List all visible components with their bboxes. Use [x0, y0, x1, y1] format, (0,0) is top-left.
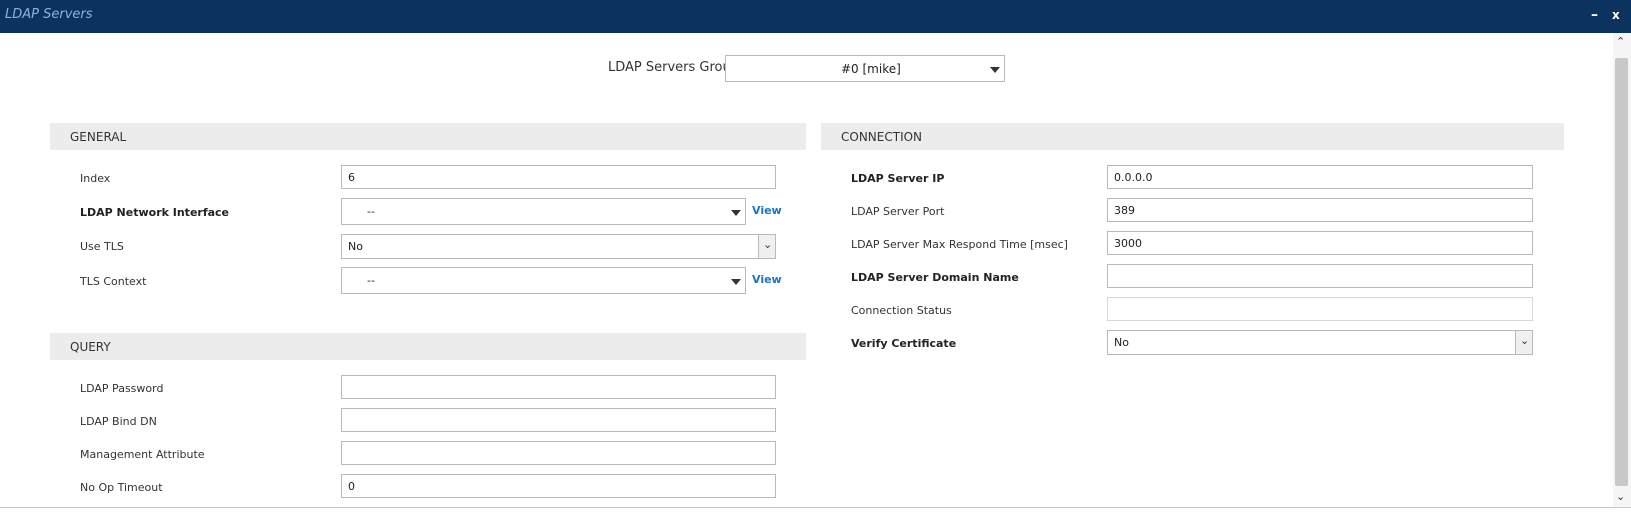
- bottom-divider: [0, 507, 1631, 508]
- chevron-down-icon: ⌄: [1520, 334, 1530, 347]
- use-tls-value: No: [348, 240, 363, 253]
- max-respond-time-label: LDAP Server Max Respond Time [msec]: [851, 238, 1068, 251]
- servers-group-value: #0 [mike]: [841, 62, 901, 76]
- verify-certificate-value: No: [1114, 336, 1129, 349]
- index-field[interactable]: 6: [341, 165, 776, 189]
- network-interface-view-link[interactable]: View: [752, 204, 782, 217]
- connection-status-label: Connection Status: [851, 304, 952, 317]
- index-label: Index: [80, 172, 111, 185]
- servers-group-label: LDAP Servers Group: [608, 60, 740, 75]
- section-general-header: GENERAL: [50, 123, 806, 150]
- tls-context-value: --: [367, 274, 375, 287]
- no-op-timeout-label: No Op Timeout: [80, 481, 163, 494]
- servers-group-select[interactable]: #0 [mike]: [725, 55, 1005, 82]
- scroll-up-icon[interactable]: ⌃: [1616, 35, 1625, 48]
- section-general-title: GENERAL: [70, 130, 127, 144]
- no-op-timeout-field[interactable]: 0: [341, 474, 776, 498]
- server-port-value: 389: [1114, 204, 1135, 217]
- ldap-password-field[interactable]: [341, 375, 776, 399]
- server-port-field[interactable]: 389: [1107, 198, 1533, 222]
- network-interface-label: LDAP Network Interface: [80, 206, 230, 219]
- scroll-down-icon[interactable]: ⌄: [1616, 490, 1625, 503]
- chevron-down-icon: [731, 210, 741, 216]
- server-ip-label: LDAP Server IP: [851, 172, 945, 185]
- vertical-scrollbar[interactable]: ⌃ ⌄: [1613, 33, 1631, 507]
- management-attribute-field[interactable]: [341, 441, 776, 465]
- dropdown-button[interactable]: ⌄: [758, 235, 775, 258]
- use-tls-label: Use TLS: [80, 240, 124, 253]
- tls-context-view-link[interactable]: View: [752, 273, 782, 286]
- tls-context-select[interactable]: --: [341, 267, 746, 294]
- verify-certificate-select[interactable]: No ⌄: [1107, 330, 1533, 355]
- network-interface-select[interactable]: --: [341, 198, 746, 225]
- ldap-password-label: LDAP Password: [80, 382, 164, 395]
- close-button[interactable]: x: [1612, 8, 1620, 22]
- section-query-header: QUERY: [50, 333, 806, 360]
- max-respond-time-value: 3000: [1114, 237, 1142, 250]
- server-port-label: LDAP Server Port: [851, 205, 945, 218]
- chevron-down-icon: [990, 67, 1000, 73]
- chevron-down-icon: ⌄: [763, 238, 773, 251]
- window-titlebar: LDAP Servers – x: [0, 0, 1631, 33]
- tls-context-label: TLS Context: [80, 275, 147, 288]
- window-title: LDAP Servers: [5, 7, 93, 22]
- dropdown-button[interactable]: ⌄: [1515, 331, 1532, 354]
- minimize-button[interactable]: –: [1591, 7, 1598, 23]
- chevron-down-icon: [731, 279, 741, 285]
- network-interface-value: --: [367, 205, 375, 218]
- server-ip-value: 0.0.0.0: [1114, 171, 1153, 184]
- domain-name-label: LDAP Server Domain Name: [851, 271, 1019, 284]
- management-attribute-label: Management Attribute: [80, 448, 205, 461]
- domain-name-field[interactable]: [1107, 264, 1533, 288]
- verify-certificate-label: Verify Certificate: [851, 337, 957, 350]
- ldap-bind-dn-label: LDAP Bind DN: [80, 415, 157, 428]
- section-connection-header: CONNECTION: [821, 123, 1564, 150]
- use-tls-select[interactable]: No ⌄: [341, 234, 776, 259]
- index-value: 6: [348, 171, 355, 184]
- scrollbar-thumb[interactable]: [1615, 58, 1628, 486]
- max-respond-time-field[interactable]: 3000: [1107, 231, 1533, 255]
- section-connection-title: CONNECTION: [841, 130, 923, 144]
- server-ip-field[interactable]: 0.0.0.0: [1107, 165, 1533, 189]
- section-query-title: QUERY: [70, 340, 111, 354]
- no-op-timeout-value: 0: [348, 480, 355, 493]
- connection-status-field: [1107, 297, 1533, 321]
- ldap-bind-dn-field[interactable]: [341, 408, 776, 432]
